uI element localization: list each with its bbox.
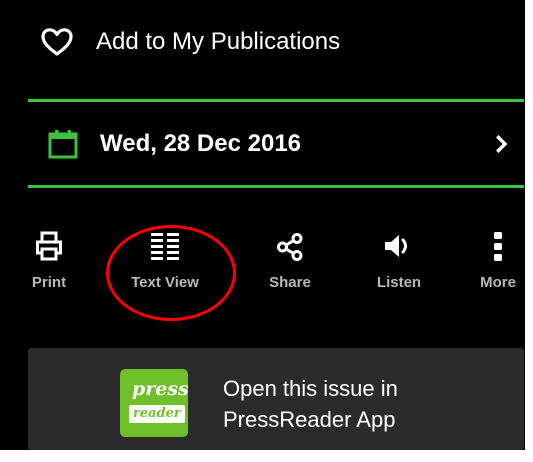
printer-icon <box>36 231 62 261</box>
open-in-app-card[interactable]: press reader Open this issue in PressRea… <box>28 348 524 450</box>
more-label: More <box>480 274 516 291</box>
text-view-button[interactable]: Text View <box>120 230 210 291</box>
issue-date-label: Wed, 28 Dec 2016 <box>100 130 302 157</box>
open-in-app-line2: PressReader App <box>223 407 396 432</box>
share-icon <box>277 233 303 261</box>
calendar-icon <box>48 130 78 159</box>
heart-outline-icon <box>41 28 73 56</box>
publication-side-panel: Add to My Publications Wed, 28 Dec 2016 … <box>0 0 533 450</box>
issue-date-selector[interactable]: Wed, 28 Dec 2016 <box>28 103 524 185</box>
divider-bottom <box>28 185 524 188</box>
open-in-app-line1: Open this issue in <box>223 376 398 401</box>
listen-button[interactable]: Listen <box>369 230 429 291</box>
issue-toolbar: Print Text View Share Listen More <box>28 230 528 320</box>
chevron-right-icon[interactable] <box>496 135 508 153</box>
logo-text-press: press <box>132 378 188 400</box>
share-label: Share <box>269 274 311 291</box>
page-edge <box>525 0 533 462</box>
listen-label: Listen <box>376 274 422 291</box>
share-button[interactable]: Share <box>260 230 320 291</box>
add-to-my-publications-label: Add to My Publications <box>96 28 341 55</box>
divider-top <box>28 99 524 102</box>
more-vertical-icon <box>494 232 502 261</box>
pressreader-logo: press reader <box>120 369 188 437</box>
print-label: Print <box>31 274 67 291</box>
text-view-label: Text View <box>131 274 199 291</box>
more-button[interactable]: More <box>468 230 528 291</box>
open-in-app-text: Open this issue in PressReader App <box>223 373 398 435</box>
speaker-icon <box>385 235 407 257</box>
add-to-my-publications-button[interactable]: Add to My Publications <box>40 22 340 62</box>
text-view-icon <box>151 233 179 260</box>
logo-text-reader: reader <box>129 405 185 423</box>
print-button[interactable]: Print <box>28 230 70 291</box>
